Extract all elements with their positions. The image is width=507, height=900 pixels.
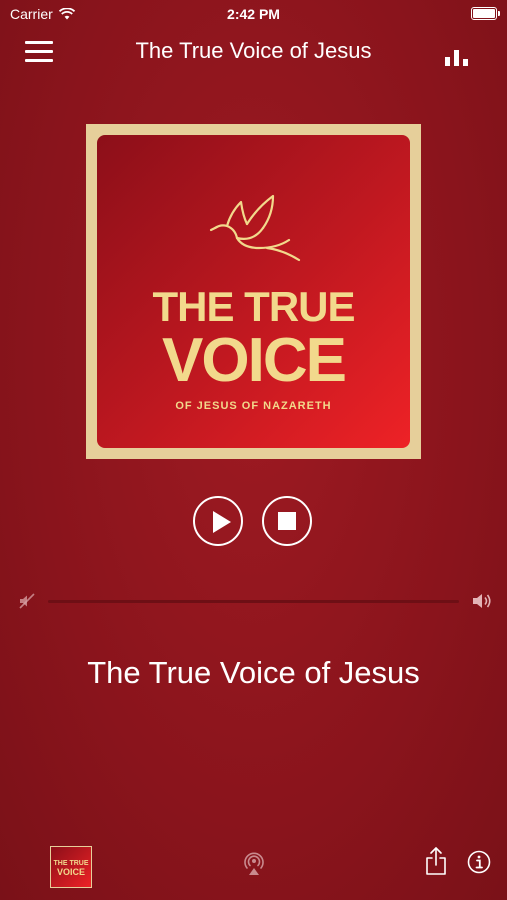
album-artwork: THE TRUE VOICE OF JESUS OF NAZARETH: [86, 124, 421, 459]
battery-icon: [471, 7, 500, 20]
play-button[interactable]: [193, 496, 243, 546]
share-icon[interactable]: [425, 846, 447, 876]
artwork-inner: THE TRUE VOICE OF JESUS OF NAZARETH: [97, 135, 410, 448]
info-icon[interactable]: [467, 850, 491, 874]
page-title: The True Voice of Jesus: [135, 38, 372, 63]
bottom-toolbar: THE TRUE VOICE: [0, 840, 507, 900]
status-time: 2:42 PM: [227, 6, 280, 22]
thumb-line1: THE TRUE: [53, 860, 89, 867]
stop-icon: [278, 512, 296, 530]
station-thumbnail[interactable]: THE TRUE VOICE: [50, 846, 92, 888]
airplay-icon[interactable]: [241, 850, 267, 876]
now-playing-title: The True Voice of Jesus: [87, 655, 420, 690]
artwork-title-line1: THE TRUE: [152, 283, 356, 330]
thumb-line2: VOICE: [56, 867, 85, 877]
mute-icon[interactable]: [18, 592, 36, 610]
equalizer-icon[interactable]: [445, 48, 471, 66]
volume-slider[interactable]: [48, 600, 459, 603]
artwork-subtitle: OF JESUS OF NAZARETH: [175, 400, 332, 412]
dove-icon: [209, 194, 301, 262]
status-bar: Carrier 2:42 PM: [0, 0, 507, 28]
navigation-bar: The True Voice of Jesus: [0, 30, 507, 74]
artwork-title-line2: VOICE: [162, 326, 347, 395]
play-icon: [213, 511, 231, 533]
stop-button[interactable]: [262, 496, 312, 546]
hamburger-icon[interactable]: [25, 41, 53, 63]
speaker-icon[interactable]: [471, 591, 493, 611]
volume-control: [0, 590, 507, 612]
